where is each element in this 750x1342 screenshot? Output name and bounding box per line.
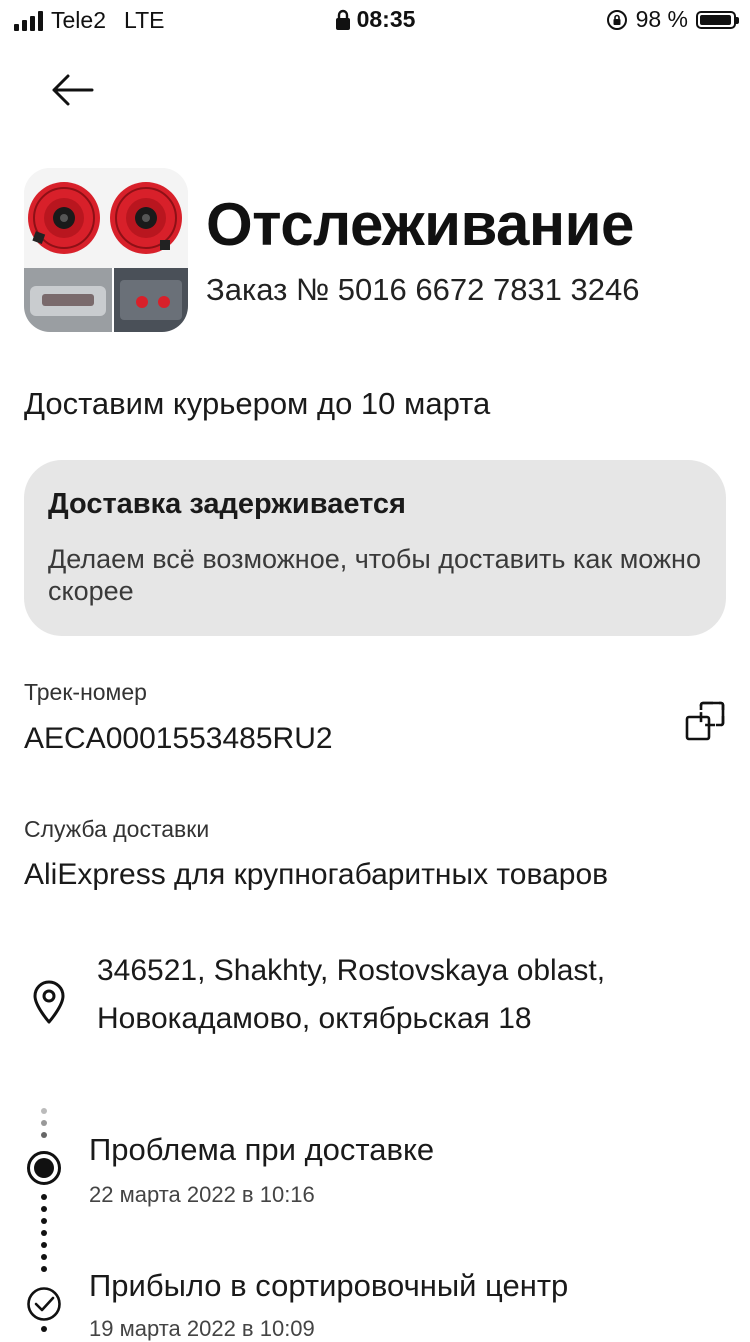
delay-text: Делаем всё возможное, чтобы доставить ка…	[48, 544, 701, 606]
delivery-eta: Доставим курьером до 10 марта	[24, 386, 491, 421]
timeline-event-title: Прибыло в сортировочный центр	[89, 1268, 569, 1303]
back-button[interactable]	[48, 68, 98, 112]
arrow-left-icon	[52, 74, 94, 106]
horn-photo	[24, 168, 188, 332]
location-pin-icon	[30, 978, 68, 1026]
copy-button[interactable]	[684, 700, 726, 742]
copy-icon	[685, 701, 725, 741]
clock: 08:35	[356, 6, 416, 32]
delay-notice-card: Доставка задерживается Делаем всё возмож…	[24, 460, 726, 636]
tracking-number[interactable]: AECA0001553485RU2	[24, 722, 333, 756]
battery-icon	[696, 10, 739, 29]
timeline-event-date: 22 марта 2022 в 10:16	[89, 1182, 315, 1207]
page-title: Отслеживание	[206, 191, 634, 258]
timeline-connector-bottom	[41, 1326, 47, 1338]
horn-right	[110, 182, 182, 254]
status-bar: Tele2 LTE 08:35 98 %	[0, 0, 750, 40]
timeline-check-icon	[26, 1286, 62, 1322]
address-line-1: 346521, Shakhty, Rostovskaya oblast,	[97, 954, 606, 987]
timeline-current-icon	[26, 1150, 62, 1186]
battery-percent: 98 %	[635, 6, 688, 32]
tracking-label: Трек-номер	[24, 679, 147, 705]
horn-left	[28, 182, 100, 254]
timeline-connector	[41, 1194, 47, 1278]
service-label: Служба доставки	[24, 816, 210, 842]
status-right: 98 %	[606, 6, 739, 33]
order-number: Заказ № 5016 6672 7831 3246	[206, 272, 640, 307]
lock-icon	[335, 9, 350, 30]
service-value: AliExpress для крупногабаритных товаров	[24, 858, 609, 891]
timeline-event-title: Проблема при доставке	[89, 1132, 435, 1167]
battery-fill	[700, 14, 732, 25]
timeline-connector-top	[41, 1108, 47, 1144]
address-line-2: Новокадамово, октябрьская 18	[97, 1002, 532, 1035]
orientation-lock-icon	[606, 9, 627, 30]
timeline-event-date: 19 марта 2022 в 10:09	[89, 1316, 315, 1341]
product-image[interactable]	[24, 168, 188, 332]
delay-title: Доставка задерживается	[48, 488, 406, 520]
